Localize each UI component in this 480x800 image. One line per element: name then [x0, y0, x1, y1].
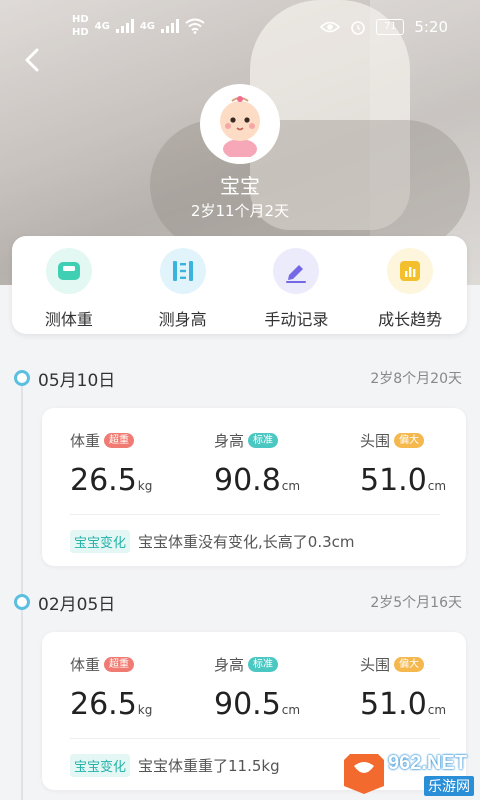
weight-label: 体重: [70, 432, 101, 450]
head-value: 51.0: [360, 463, 427, 498]
measure-weight-label: 测体重: [44, 310, 93, 329]
growth-trend-button[interactable]: 成长趋势: [353, 236, 467, 334]
change-tag: 宝宝变化: [70, 754, 131, 777]
action-icon-bg: [159, 248, 206, 294]
back-button[interactable]: [16, 44, 48, 76]
measure-weight-button[interactable]: 测体重: [12, 236, 126, 334]
watermark-sub: 乐游网: [424, 776, 474, 796]
divider: [70, 738, 440, 739]
status-bar: HD HD 4G 4G 71 5:20: [0, 0, 480, 56]
height-unit: cm: [281, 703, 301, 717]
height-value: 90.5: [214, 687, 281, 722]
head-unit: cm: [427, 703, 447, 717]
manual-record-label: 手动记录: [264, 310, 329, 329]
pencil-icon: [286, 265, 307, 283]
signal-icon-2: [161, 19, 180, 33]
status-badge: 超重: [104, 657, 135, 672]
weight-unit: kg: [137, 479, 153, 493]
weight-metric: 体重 超重 26.5kg: [70, 430, 152, 498]
weight-unit: kg: [137, 703, 153, 717]
height-ruler-icon: [172, 261, 193, 281]
baby-face-icon: [220, 96, 260, 157]
record-age: 2岁5个月16天: [370, 595, 462, 611]
head-metric: 头围 偏大 51.0cm: [360, 654, 446, 722]
measure-height-label: 测身高: [158, 310, 207, 329]
measure-height-button[interactable]: 测身高: [126, 236, 240, 334]
record-date: 02月05日: [38, 595, 116, 615]
alarm-icon: [351, 21, 366, 35]
date-row: 05月10日 2岁8个月20天: [12, 364, 468, 392]
watermark-brand: 962.NET: [388, 752, 467, 774]
network-label: 4G: [94, 20, 110, 32]
signal-icon: [115, 19, 134, 33]
chevron-left-icon: [25, 48, 39, 72]
growth-trend-label: 成长趋势: [378, 310, 443, 329]
change-note: 宝宝变化 宝宝体重没有变化,长高了0.3cm: [70, 530, 355, 553]
change-text: 宝宝体重没有变化,长高了0.3cm: [138, 533, 355, 551]
status-badge: 偏大: [394, 657, 425, 672]
battery-indicator: 71: [376, 19, 405, 35]
status-time: 5:20: [414, 18, 448, 36]
height-label: 身高: [214, 432, 245, 450]
bar-chart-icon: [400, 261, 421, 281]
scale-icon: [57, 262, 80, 280]
status-badge: 偏大: [394, 433, 425, 448]
weight-metric: 体重 超重 26.5kg: [70, 654, 152, 722]
height-label: 身高: [214, 656, 245, 674]
baby-name: 宝宝: [220, 174, 260, 198]
status-badge: 标准: [248, 657, 279, 672]
weight-value: 26.5: [70, 463, 137, 498]
change-note: 宝宝变化 宝宝体重重了11.5kg: [70, 754, 280, 777]
sim2-label: HD: [72, 27, 89, 38]
record-card[interactable]: 体重 超重 26.5kg 身高 标准 90.8cm 头围 偏大 51.0cm 宝…: [42, 408, 466, 566]
weight-label: 体重: [70, 656, 101, 674]
height-metric: 身高 标准 90.5cm: [214, 654, 300, 722]
action-card: 测体重 测身高 手动记录 成长趋势: [12, 236, 467, 334]
weight-value: 26.5: [70, 687, 137, 722]
height-metric: 身高 标准 90.8cm: [214, 430, 300, 498]
head-metric: 头围 偏大 51.0cm: [360, 430, 446, 498]
timeline-dot: [14, 594, 30, 610]
head-label: 头围: [360, 656, 391, 674]
watermark-logo: 962.NET 乐游网: [344, 750, 474, 796]
baby-avatar[interactable]: [200, 84, 280, 164]
action-icon-bg: [273, 248, 320, 294]
change-tag: 宝宝变化: [70, 530, 131, 553]
date-row: 02月05日 2岁5个月16天: [12, 588, 468, 616]
sim1-label: HD: [72, 14, 89, 25]
eye-icon: [320, 21, 341, 33]
status-badge: 超重: [104, 433, 135, 448]
action-icon-bg: [387, 248, 434, 294]
network-label-2: 4G: [139, 20, 156, 32]
head-label: 头围: [360, 432, 391, 450]
status-badge: 标准: [248, 433, 279, 448]
divider: [70, 514, 440, 515]
head-unit: cm: [427, 479, 447, 493]
wifi-icon: [185, 18, 205, 34]
head-value: 51.0: [360, 687, 427, 722]
record-date: 05月10日: [38, 371, 116, 391]
height-value: 90.8: [214, 463, 281, 498]
baby-age: 2岁11个月2天: [190, 202, 290, 220]
height-unit: cm: [281, 479, 301, 493]
change-text: 宝宝体重重了11.5kg: [138, 757, 280, 775]
action-icon-bg: [45, 248, 92, 294]
record-age: 2岁8个月20天: [370, 371, 462, 387]
manual-record-button[interactable]: 手动记录: [240, 236, 354, 334]
timeline-dot: [14, 370, 30, 386]
